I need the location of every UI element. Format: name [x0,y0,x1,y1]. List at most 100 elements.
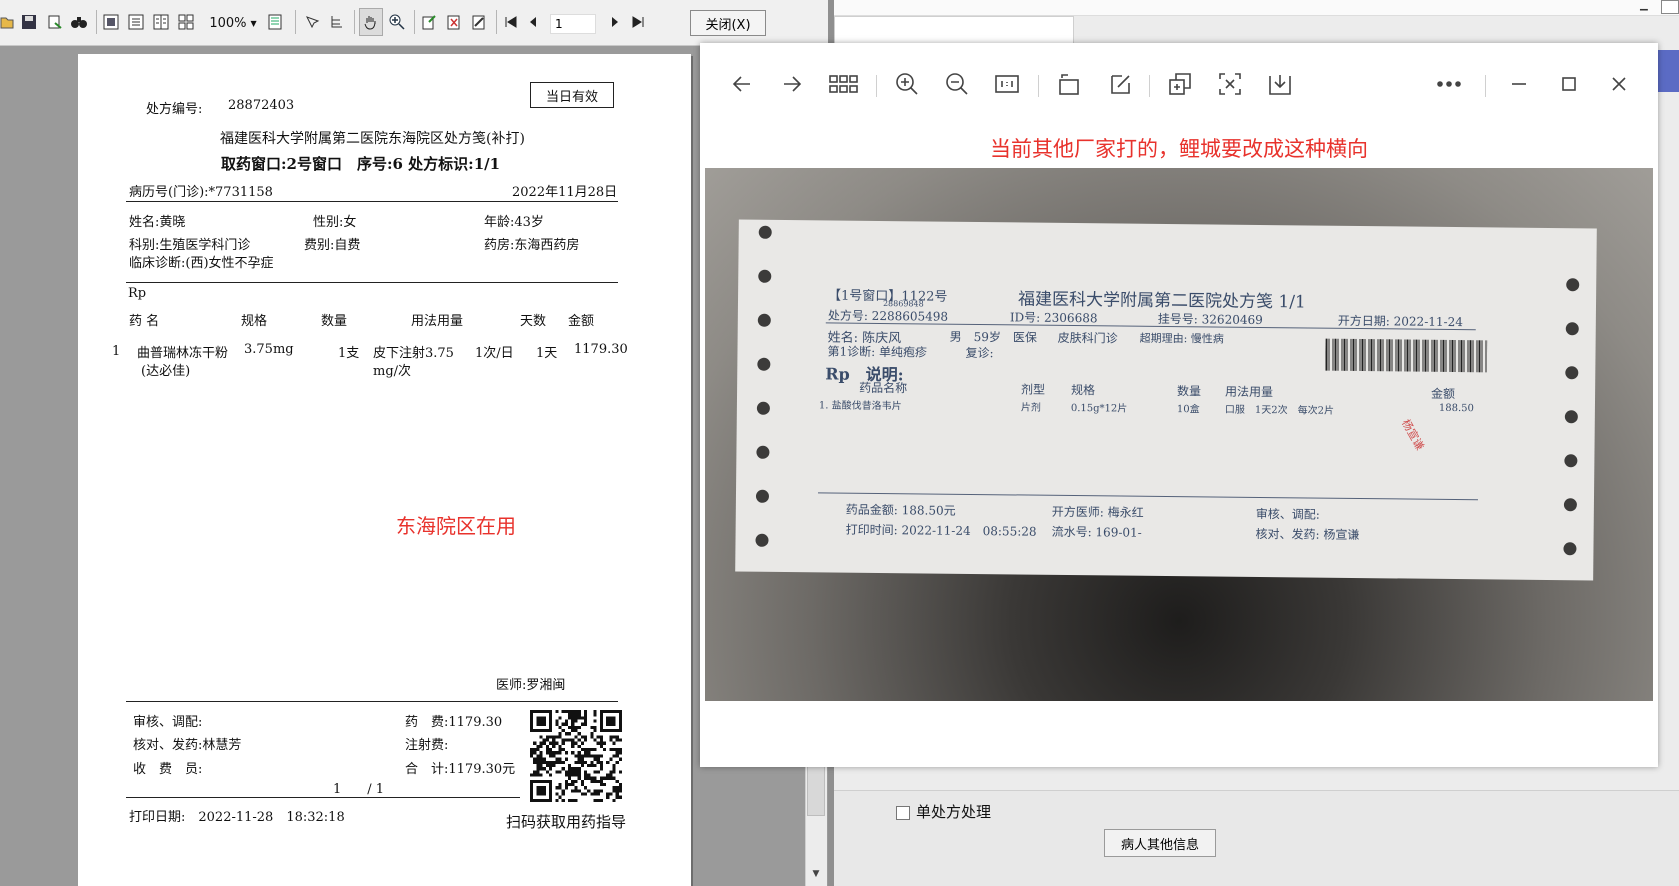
hole [1563,542,1577,556]
maximize-icon[interactable] [1554,69,1584,99]
hole [1565,366,1579,380]
zoom-select[interactable]: 100% ▼ [208,11,258,35]
slip-item-name: 1. 盐酸伐昔洛韦片 [818,400,902,413]
hole [758,269,772,283]
select-icon[interactable] [301,8,323,36]
pharmacy: 药房:东海西药房 [484,238,580,253]
background-side-tab[interactable] [1658,50,1679,92]
last-page-icon[interactable] [627,8,649,36]
page-width-icon[interactable] [125,8,147,36]
rp-mark: Rp [128,286,147,301]
printed-slip: 【1号窗口】1122号 28869848 福建医科大学附属第二医院处方笺 1/1… [735,219,1597,581]
single-rx-label: 单处方处理 [916,803,992,821]
toolbar-separator [414,10,415,34]
delete-page-icon[interactable] [443,8,465,36]
divider [126,797,520,798]
edit-icon[interactable] [1105,69,1135,99]
slip-dispense: 核对、发药: 杨宣谦 [1255,526,1360,543]
patient-name: 姓名:黄晓 [129,215,186,230]
background-input[interactable] [834,16,1074,46]
department: 科别:生殖医学科门诊 [129,238,251,253]
slip-print-time: 打印时间: 2022-11-24 08:55:28 [845,522,1037,539]
print-date: 打印日期: 2022-11-28 18:32:18 [129,810,345,825]
background-minimize-icon[interactable]: ▁ [1640,0,1658,14]
hole [757,313,771,327]
close-icon[interactable] [1604,69,1634,99]
hole [755,533,769,547]
copy-icon[interactable] [1165,69,1195,99]
zoom-in-icon[interactable] [386,8,408,36]
two-page-icon[interactable] [150,8,172,36]
slip-h-usage: 用法用量 [1225,384,1274,400]
slip-item-amount: 188.50 [1438,402,1474,415]
export-icon[interactable] [44,8,66,36]
item-name-alias: (达必佳) [141,364,191,379]
rotate-icon[interactable] [1055,69,1085,99]
background-titlebar [834,0,1679,16]
slip-divider [818,492,1478,501]
chevron-down-icon: ▼ [250,18,257,28]
col-header-usage: 用法用量 [411,314,464,329]
divider [126,201,618,202]
slip-item-form: 片剂 [1020,402,1041,414]
multi-page-icon[interactable] [175,8,197,36]
download-icon[interactable] [1265,69,1295,99]
gallery-icon[interactable] [827,69,861,99]
prescription-photo: 【1号窗口】1122号 28869848 福建医科大学附属第二医院处方笺 1/1… [705,168,1653,701]
item-days: 1天 [536,346,558,361]
page-setup-icon[interactable] [468,8,490,36]
next-page-icon[interactable] [606,8,624,36]
toolbar-separator [496,10,497,34]
record-number: 病历号(门诊):*7731158 [129,185,273,200]
page-number-input[interactable]: 1 [550,14,596,34]
rx-title: 福建医科大学附属第二医院东海院区处方笺(补打) [220,131,525,147]
diagnosis: 临床诊断:(西)女性不孕症 [129,256,274,271]
close-button[interactable]: 关闭(X) [690,10,766,36]
single-rx-checkbox[interactable] [896,806,910,820]
slip-h-form: 剂型 [1021,382,1046,397]
item-name: 曲普瑞林冻干粉 [137,346,229,361]
patient-info-button[interactable]: 病人其他信息 [1104,829,1216,857]
zoom-in-icon[interactable] [892,69,922,99]
hand-icon[interactable] [359,8,383,36]
hole [1564,454,1578,468]
col-header-days: 天数 [520,314,547,329]
single-page-icon[interactable] [100,8,122,36]
ocr-scan-icon[interactable] [1215,69,1245,99]
hole [756,401,770,415]
rx-number-label: 处方编号: [146,102,203,117]
qr-code [530,710,622,802]
hole [756,445,770,459]
tree-icon[interactable] [326,8,348,36]
save-icon[interactable] [18,8,40,36]
toolbar-separator [876,75,877,97]
qr-caption: 扫码获取用药指导 [506,813,627,831]
back-icon[interactable] [727,69,757,99]
fee-type: 费别:自费 [304,238,361,253]
valid-badge-text: 当日有效 [545,89,598,105]
edit-icon[interactable] [418,8,440,36]
slip-diagnosis: 第1诊断: 单纯疱疹 [827,344,928,360]
item-amount: 1179.30 [574,342,628,357]
slip-item-spec: 0.15g*12片 [1070,403,1128,415]
first-page-icon[interactable] [500,8,522,36]
find-icon[interactable] [68,8,90,36]
scroll-down-arrow-icon[interactable]: ▼ [807,865,825,883]
zoom-out-icon[interactable] [942,69,972,99]
forward-icon[interactable] [777,69,807,99]
open-icon[interactable] [0,8,14,36]
background-maximize-icon[interactable] [1661,0,1679,14]
more-options-icon[interactable] [1434,69,1464,99]
outline-icon[interactable] [264,8,286,36]
prev-page-icon[interactable] [524,8,542,36]
minimize-icon[interactable] [1504,69,1534,99]
item-usage: 皮下注射3.75 [373,346,454,361]
slip-red-stamp: 杨宣谦 [1398,417,1427,453]
slip-dept: 皮肤科门诊 [1057,330,1118,346]
dispenser: 核对、发药:林慧芳 [133,738,242,753]
actual-size-icon[interactable] [992,69,1022,99]
item-spec: 3.75mg [244,342,294,357]
slip-h-amount: 金额 [1431,386,1456,402]
hole [1563,498,1577,512]
rx-date: 2022年11月28日 [512,185,618,200]
